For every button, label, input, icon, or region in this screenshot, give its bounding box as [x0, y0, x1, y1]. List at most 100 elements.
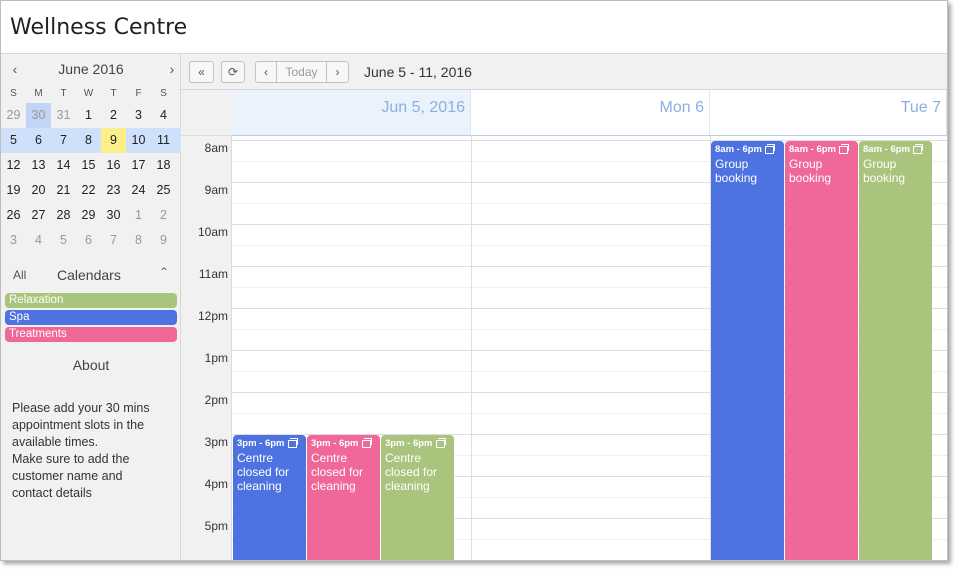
chevron-right-icon[interactable]: ›: [162, 59, 182, 79]
weekday-label: T: [110, 88, 117, 99]
first-page-button[interactable]: «: [189, 61, 214, 83]
mini-calendar-day[interactable]: 12: [1, 153, 26, 178]
event-time: 3pm - 6pm: [385, 437, 450, 449]
mini-calendar-day[interactable]: 14: [51, 153, 76, 178]
mini-calendar-day[interactable]: 25: [151, 178, 176, 203]
calendar-event[interactable]: 3pm - 6pm Centre closed for cleaning: [381, 435, 454, 560]
event-title: Centre closed for cleaning: [311, 451, 376, 493]
chevron-left-icon[interactable]: ‹: [5, 59, 25, 79]
mini-calendar-day[interactable]: 26: [1, 203, 26, 228]
mini-calendar-day[interactable]: 8: [76, 128, 101, 153]
mini-calendar-day[interactable]: 7: [101, 228, 126, 253]
event-title: Group booking: [789, 157, 854, 185]
mini-calendar-day[interactable]: 13: [26, 153, 51, 178]
mini-calendar-day[interactable]: 19: [1, 178, 26, 203]
event-time-text: 8am - 6pm: [789, 144, 836, 155]
about-line: contact details: [12, 486, 92, 500]
sidebar: ‹ June 2016 › S M T W T F S 29 30 31 1 2…: [1, 54, 182, 560]
recurring-icon: [839, 143, 849, 154]
hour-label: 10am: [197, 225, 228, 239]
day-header-label: Tue 7: [900, 99, 941, 116]
next-week-button[interactable]: ›: [327, 61, 349, 83]
mini-calendar-day[interactable]: 1: [126, 203, 151, 228]
mini-calendar-day[interactable]: 2: [151, 203, 176, 228]
calendar-event[interactable]: 3pm - 6pm Centre closed for cleaning: [233, 435, 306, 560]
event-time: 3pm - 6pm: [311, 437, 376, 449]
day-header[interactable]: Jun 5, 2016: [232, 90, 471, 136]
day-divider: [471, 136, 472, 560]
mini-calendar-day[interactable]: 5: [51, 228, 76, 253]
day-header[interactable]: Mon 6: [471, 90, 710, 136]
mini-calendar-week: 26 27 28 29 30 1 2: [1, 203, 181, 228]
mini-calendar-day[interactable]: 11: [151, 128, 176, 153]
mini-calendar-day[interactable]: 4: [26, 228, 51, 253]
calendar-item-treatments[interactable]: Treatments: [5, 327, 177, 342]
mini-calendar-day[interactable]: 6: [26, 128, 51, 153]
mini-calendar-day[interactable]: 23: [101, 178, 126, 203]
event-title: Centre closed for cleaning: [385, 451, 450, 493]
event-title-line: cleaning: [237, 479, 282, 493]
hour-label: 1pm: [204, 351, 228, 365]
mini-calendar-day[interactable]: 2: [101, 103, 126, 128]
mini-calendar-day[interactable]: 30: [26, 103, 51, 128]
recurring-icon: [287, 437, 298, 448]
hour-label: 2pm: [204, 393, 228, 407]
event-title-line: cleaning: [385, 479, 430, 493]
mini-calendar-day[interactable]: 1: [76, 103, 101, 128]
week-body: 3pm - 6pm Centre closed for cleaning 3pm - 6…: [232, 136, 947, 560]
mini-calendar-day[interactable]: 9: [151, 228, 176, 253]
calendar-item-relaxation[interactable]: Relaxation: [5, 293, 177, 308]
mini-calendar-grid: S M T W T F S 29 30 31 1 2 3 4 5 6 7 8 9…: [1, 85, 181, 253]
chevron-right-icon: ›: [335, 65, 340, 79]
calendar-list: Relaxation Spa Treatments: [5, 293, 177, 344]
prev-week-button[interactable]: ‹: [255, 61, 277, 83]
mini-calendar-day[interactable]: 16: [101, 153, 126, 178]
mini-calendar-day[interactable]: 27: [26, 203, 51, 228]
hour-label: 8am: [204, 141, 228, 155]
mini-calendar-day[interactable]: 20: [26, 178, 51, 203]
app-window: Wellness Centre ‹ June 2016 › S M T W T …: [0, 0, 948, 561]
mini-calendar-day[interactable]: 8: [126, 228, 151, 253]
app-title: Wellness Centre: [10, 15, 188, 40]
mini-calendar-day[interactable]: 10: [126, 128, 151, 153]
chevron-up-icon[interactable]: ⌃: [156, 265, 172, 279]
calendar-item-spa[interactable]: Spa: [5, 310, 177, 325]
event-title-line: closed for: [311, 465, 364, 479]
calendars-all-toggle[interactable]: All: [13, 268, 26, 282]
mini-calendar-day[interactable]: 5: [1, 128, 26, 153]
calendar-event[interactable]: 3pm - 6pm Centre closed for cleaning: [307, 435, 380, 560]
mini-calendar-day[interactable]: 28: [51, 203, 76, 228]
mini-calendar-day[interactable]: 3: [1, 228, 26, 253]
mini-calendar-day[interactable]: 4: [151, 103, 176, 128]
mini-calendar-day[interactable]: 29: [1, 103, 26, 128]
mini-calendar-day[interactable]: 7: [51, 128, 76, 153]
mini-calendar-day[interactable]: 22: [76, 178, 101, 203]
event-title-line: closed for: [385, 465, 438, 479]
mini-calendar-day[interactable]: 15: [76, 153, 101, 178]
time-gutter: 8am 9am 10am 11am 12pm 1pm 2pm 3pm 4pm 5pm: [181, 136, 232, 560]
calendar-event[interactable]: 8am - 6pm Group booking: [711, 141, 784, 560]
weekday-label: T: [60, 88, 67, 99]
mini-calendar-day[interactable]: 29: [76, 203, 101, 228]
hour-label: 9am: [204, 183, 228, 197]
mini-calendar-month[interactable]: June 2016: [41, 61, 141, 77]
weekday-label: W: [83, 88, 94, 99]
refresh-button[interactable]: ⟳: [221, 61, 245, 83]
event-title-line: booking: [789, 171, 832, 185]
calendar-event[interactable]: 8am - 6pm Group booking: [785, 141, 858, 560]
mini-calendar-day[interactable]: 18: [151, 153, 176, 178]
mini-calendar-day[interactable]: 21: [51, 178, 76, 203]
calendar-event[interactable]: 8am - 6pm Group booking: [859, 141, 932, 560]
mini-calendar-day[interactable]: 17: [126, 153, 151, 178]
mini-calendar-day[interactable]: 31: [51, 103, 76, 128]
event-time-text: 3pm - 6pm: [385, 438, 433, 449]
event-title-line: Group: [715, 157, 749, 171]
mini-calendar-day[interactable]: 24: [126, 178, 151, 203]
today-button[interactable]: Today: [277, 61, 327, 83]
mini-calendar-day[interactable]: 6: [76, 228, 101, 253]
mini-calendar-today[interactable]: 9: [101, 128, 126, 153]
day-header[interactable]: Tue 7: [710, 90, 947, 136]
mini-calendar-day[interactable]: 3: [126, 103, 151, 128]
event-title-line: booking: [715, 171, 758, 185]
mini-calendar-day[interactable]: 30: [101, 203, 126, 228]
